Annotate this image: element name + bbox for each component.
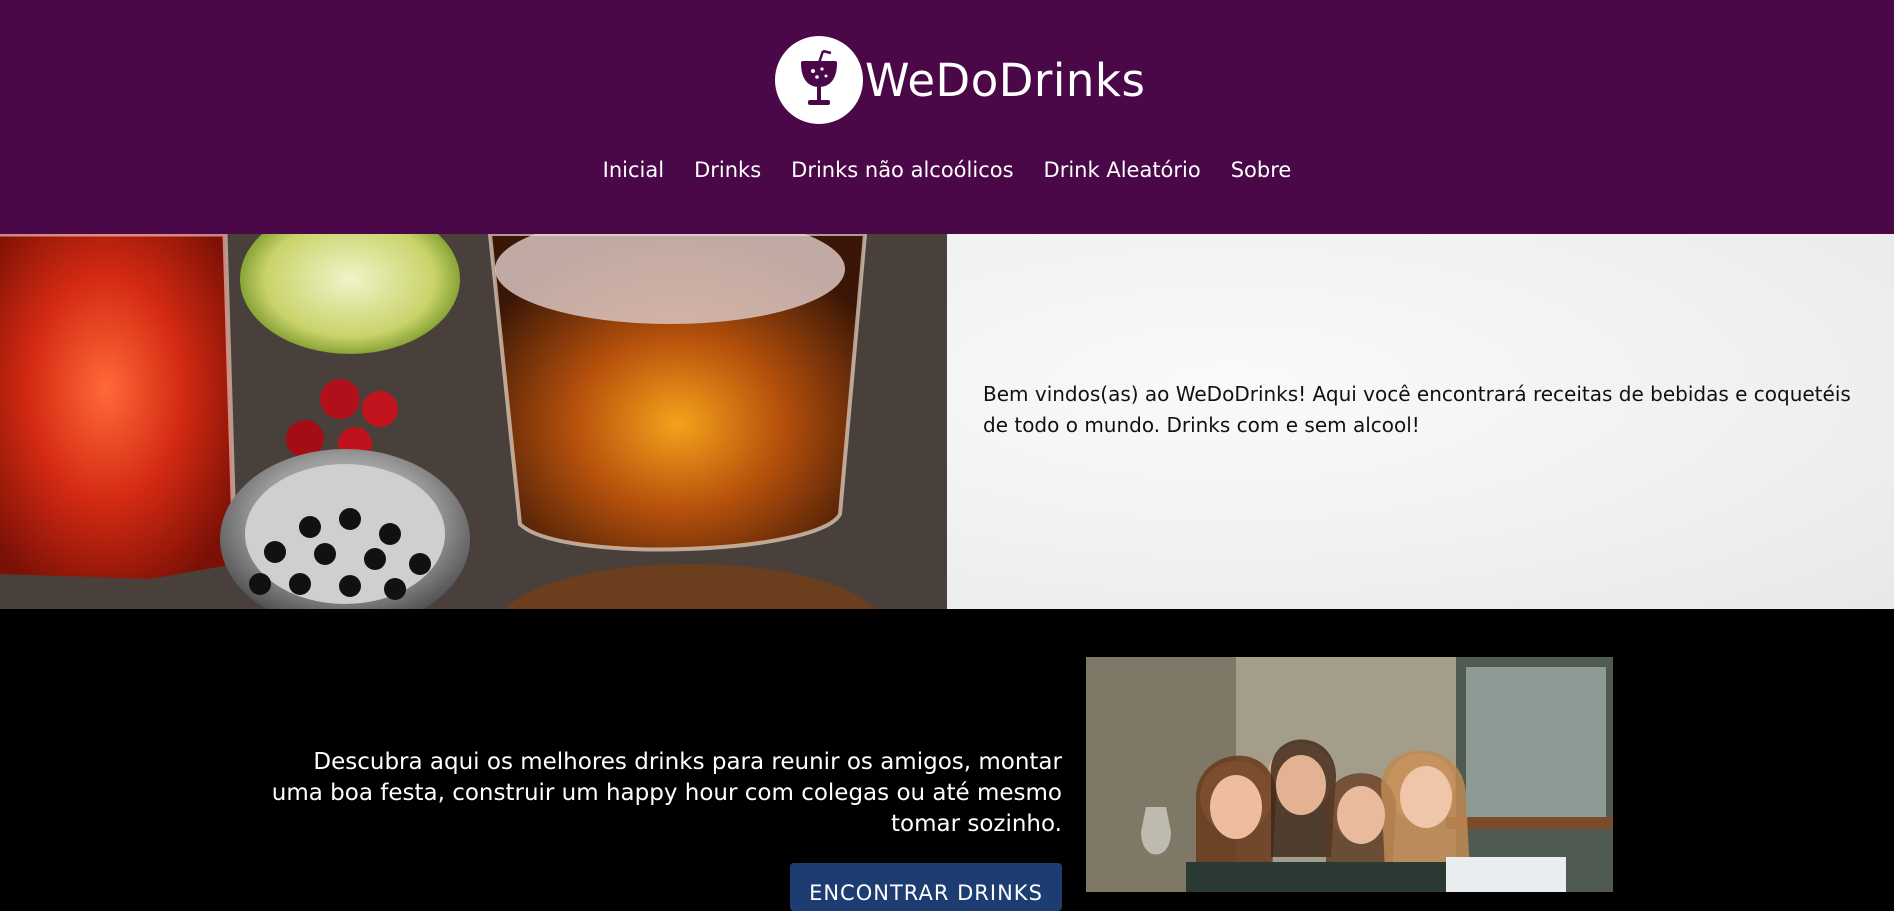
hero-section: Bem vindos(as) ao WeDoDrinks! Aqui você … <box>0 234 1894 609</box>
promo-section: Descubra aqui os melhores drinks para re… <box>0 609 1894 911</box>
nav-item-inicial[interactable]: Inicial <box>603 158 664 182</box>
nav-item-drinks[interactable]: Drinks <box>694 158 761 182</box>
site-logo[interactable]: WeDoDrinks <box>775 36 1145 124</box>
nav-item-drinks-nao-alcoolicos[interactable]: Drinks não alcoólicos <box>791 158 1013 182</box>
find-drinks-button[interactable]: ENCONTRAR DRINKS <box>790 863 1062 911</box>
cocktail-glass-icon <box>775 36 863 124</box>
main-nav: Inicial Drinks Drinks não alcoólicos Dri… <box>0 158 1894 182</box>
promo-text: Descubra aqui os melhores drinks para re… <box>271 749 1062 837</box>
hero-text-panel: Bem vindos(as) ao WeDoDrinks! Aqui você … <box>947 234 1894 609</box>
cocktails-photo <box>0 234 947 609</box>
site-header: WeDoDrinks Inicial Drinks Drinks não alc… <box>0 0 1894 234</box>
friends-party-photo <box>1086 657 1613 892</box>
site-name: WeDoDrinks <box>865 53 1146 107</box>
nav-item-sobre[interactable]: Sobre <box>1231 158 1292 182</box>
hero-welcome-text: Bem vindos(as) ao WeDoDrinks! Aqui você … <box>983 382 1851 437</box>
nav-item-drink-aleatorio[interactable]: Drink Aleatório <box>1044 158 1201 182</box>
